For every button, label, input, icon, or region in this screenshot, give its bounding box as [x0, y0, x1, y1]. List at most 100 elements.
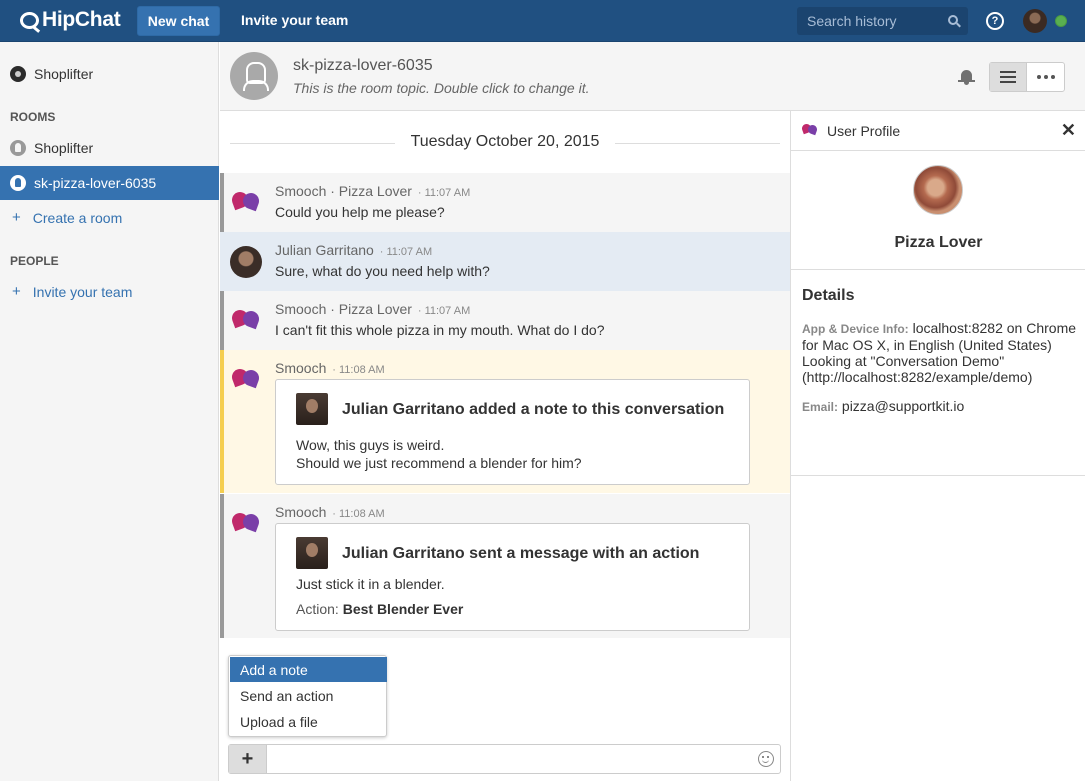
message-sender: Smooch — [275, 504, 327, 520]
invite-team-label: Invite your team — [32, 283, 133, 300]
message: Smooch · 11:08 AM Julian Garritano sent … — [220, 494, 790, 638]
message-text: Could you help me please? — [275, 204, 445, 220]
device-info: App & Device Info: localhost:8282 on Chr… — [802, 320, 1077, 385]
message-time: 11:08 AM — [338, 508, 385, 520]
room-icon — [10, 140, 26, 156]
message-sender: Julian Garritano — [275, 242, 374, 258]
date-separator: Tuesday October 20, 2015 — [220, 133, 790, 151]
sidebar-item-label: Shoplifter — [34, 140, 94, 156]
smooch-avatar-icon — [230, 364, 262, 396]
email-label: Email: — [802, 400, 839, 414]
logo-text: HipChat — [42, 8, 121, 31]
emoticon-icon[interactable] — [758, 751, 774, 767]
team-icon — [10, 66, 26, 82]
profile-name: Pizza Lover — [894, 234, 983, 251]
message-time: 11:08 AM — [338, 364, 385, 376]
message: Julian Garritano · 11:07 AM Sure, what d… — [220, 232, 790, 291]
message-input[interactable] — [269, 745, 749, 773]
device-info-label: App & Device Info: — [802, 322, 909, 336]
sidebar-item-label: sk-pizza-lover-6035 — [34, 175, 157, 191]
search-icon[interactable] — [948, 15, 958, 25]
people-heading: PEOPLE — [10, 254, 59, 268]
message: Smooch · 11:08 AM Julian Garritano added… — [220, 350, 790, 493]
search-history — [797, 7, 968, 35]
message-meta: Smooch · 11:08 AM — [275, 504, 385, 520]
pizza-lover-avatar — [913, 165, 963, 215]
julian-avatar — [230, 246, 262, 278]
smooch-avatar-icon — [230, 508, 262, 540]
card-action: Action: Best Blender Ever — [296, 601, 463, 617]
sidebar-item-room-shoplifter[interactable]: Shoplifter — [0, 131, 219, 165]
email-value: pizza@supportkit.io — [841, 398, 965, 414]
action-value[interactable]: Best Blender Ever — [343, 601, 464, 617]
date-label: Tuesday October 20, 2015 — [400, 133, 610, 150]
room-icon — [10, 175, 26, 191]
details-heading: Details — [802, 287, 855, 304]
message-text: I can't fit this whole pizza in my mouth… — [275, 322, 605, 338]
action-label: Action: — [296, 601, 339, 617]
profile-summary: Pizza Lover — [791, 151, 1085, 270]
profile-details: Details App & Device Info: localhost:828… — [791, 270, 1085, 476]
message: Smooch · Pizza Lover · 11:07 AM Could yo… — [220, 173, 790, 232]
message-meta: Smooch · Pizza Lover · 11:07 AM — [275, 183, 471, 199]
panel-title: User Profile — [827, 123, 901, 139]
sidebar-item-room-sk-pizza-lover[interactable]: sk-pizza-lover-6035 — [0, 166, 219, 200]
top-bar: HipChat New chat Invite your team ? — [0, 0, 1085, 42]
message-composer: + — [228, 744, 781, 774]
help-icon[interactable]: ? — [986, 12, 1004, 30]
action-card: Julian Garritano sent a message with an … — [275, 523, 750, 631]
email-row: Email: pizza@supportkit.io — [802, 398, 964, 414]
hipchat-logo-icon — [20, 11, 39, 29]
view-toggle — [989, 62, 1065, 92]
new-chat-button[interactable]: New chat — [137, 6, 220, 36]
sidebar-item-shoplifter-team[interactable]: Shoplifter — [0, 57, 219, 91]
hipchat-logo[interactable]: HipChat — [20, 8, 121, 32]
message-sender: Smooch — [275, 360, 327, 376]
panel-header: User Profile ✕ — [791, 111, 1085, 151]
message-sender: Smooch · Pizza Lover — [275, 301, 412, 317]
menu-item-send-action[interactable]: Send an action — [230, 683, 387, 708]
invite-team-link[interactable]: Invite your team — [241, 12, 348, 28]
smooch-avatar-icon — [230, 305, 262, 337]
plus-icon: + — [12, 283, 21, 300]
message-time: 11:07 AM — [386, 246, 433, 258]
create-room-link[interactable]: + Create a room — [12, 209, 122, 226]
user-avatar[interactable] — [1023, 9, 1047, 33]
chat-history[interactable]: Tuesday October 20, 2015 Smooch · Pizza … — [220, 111, 790, 736]
message-time: 11:07 AM — [424, 187, 471, 199]
search-input[interactable] — [797, 7, 942, 35]
message: Smooch · Pizza Lover · 11:07 AM I can't … — [220, 291, 790, 350]
room-topic[interactable]: This is the room topic. Double click to … — [293, 80, 589, 96]
composer-menu: Add a note Send an action Upload a file — [228, 655, 387, 737]
message-time: 11:07 AM — [424, 305, 471, 317]
smooch-avatar-icon — [230, 187, 262, 219]
room-name: sk-pizza-lover-6035 — [293, 57, 433, 74]
attach-plus-button[interactable]: + — [229, 745, 267, 773]
plus-icon: + — [12, 209, 21, 226]
card-text: Wow, this guys is weird. — [296, 437, 445, 453]
sidebar-item-label: Shoplifter — [34, 66, 94, 82]
message-sender: Smooch · Pizza Lover — [275, 183, 412, 199]
rooms-heading: ROOMS — [10, 110, 56, 124]
menu-item-add-note[interactable]: Add a note — [230, 657, 387, 682]
sidebar: Shoplifter ROOMS Shoplifter sk-pizza-lov… — [0, 42, 219, 781]
close-icon[interactable]: ✕ — [1061, 121, 1076, 139]
smooch-icon — [802, 124, 818, 138]
more-options-icon[interactable] — [1028, 63, 1064, 91]
status-indicator[interactable] — [1055, 15, 1067, 27]
room-avatar-icon — [230, 52, 278, 100]
card-text: Just stick it in a blender. — [296, 576, 445, 592]
sidebar-invite-team-link[interactable]: + Invite your team — [12, 283, 132, 300]
message-meta: Smooch · 11:08 AM — [275, 360, 385, 376]
message-meta: Julian Garritano · 11:07 AM — [275, 242, 433, 258]
message-meta: Smooch · Pizza Lover · 11:07 AM — [275, 301, 471, 317]
notification-bell-icon[interactable] — [958, 68, 975, 85]
menu-item-upload-file[interactable]: Upload a file — [230, 709, 387, 734]
list-view-icon[interactable] — [990, 63, 1027, 91]
card-text: Should we just recommend a blender for h… — [296, 455, 582, 471]
julian-avatar — [296, 537, 328, 569]
create-room-label: Create a room — [32, 209, 123, 226]
note-card: Julian Garritano added a note to this co… — [275, 379, 750, 485]
card-title: Julian Garritano sent a message with an … — [342, 545, 700, 562]
card-title: Julian Garritano added a note to this co… — [342, 401, 725, 418]
